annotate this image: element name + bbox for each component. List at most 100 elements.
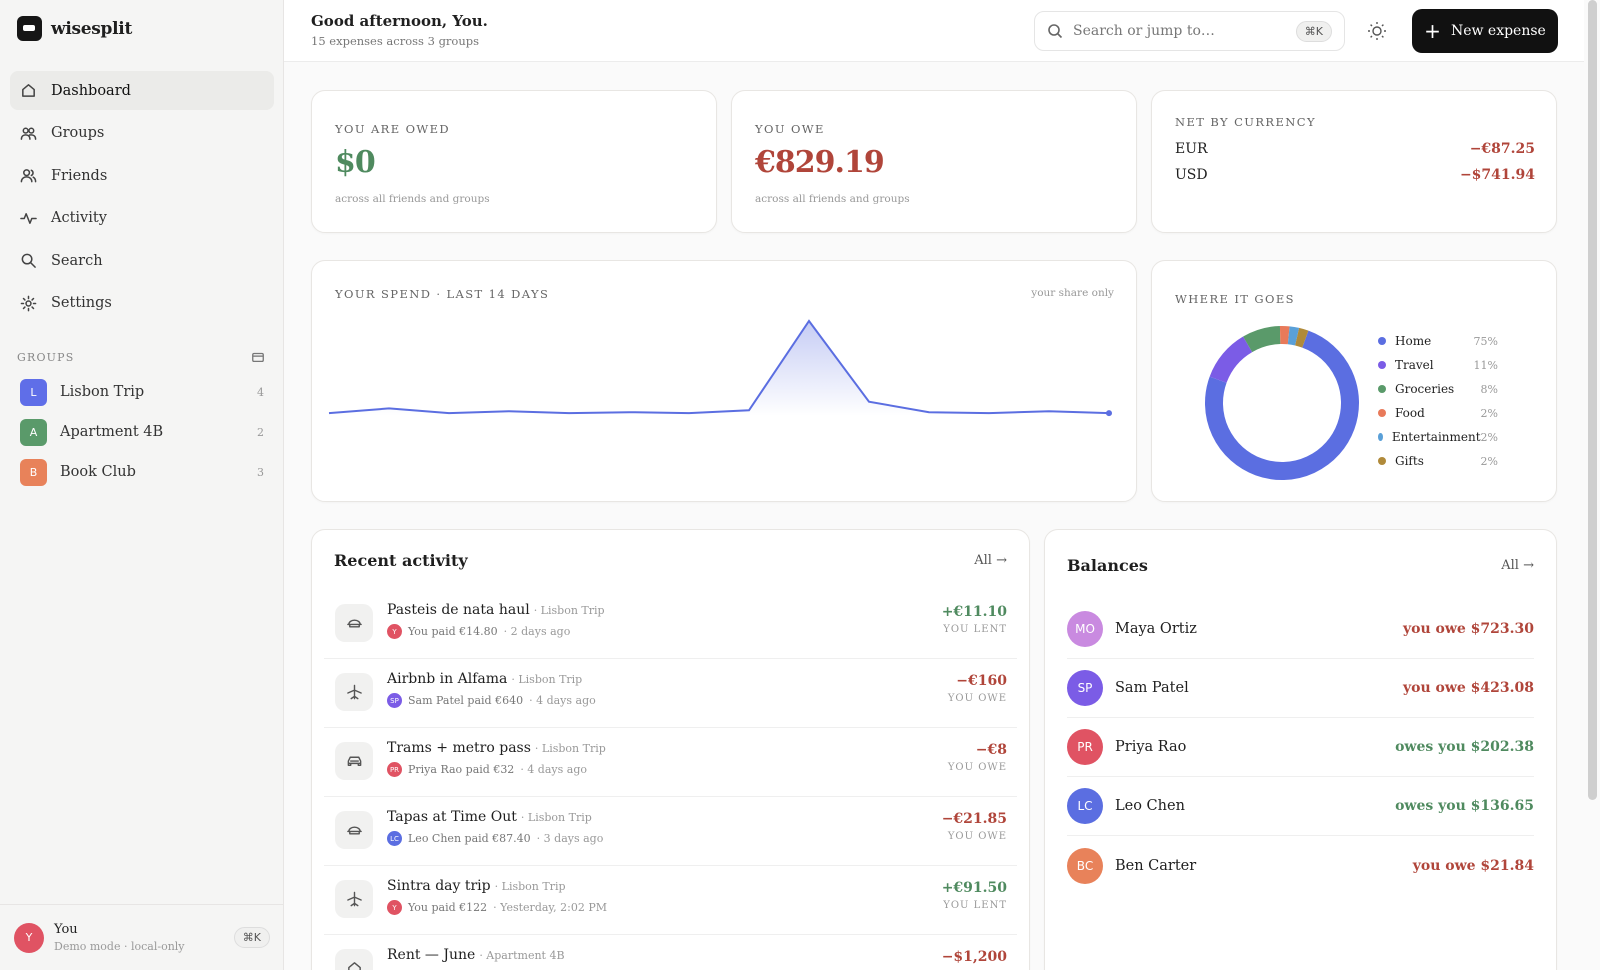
sidebar-item-search[interactable]: Search — [10, 241, 274, 280]
sidebar-item-label: Search — [51, 252, 103, 269]
balance-row[interactable]: LC Leo Chen owes you $136.65 — [1067, 777, 1534, 836]
sun-icon — [1368, 22, 1386, 40]
owed-note: across all friends and groups — [335, 193, 490, 205]
brand[interactable]: wisesplit — [17, 16, 132, 41]
you-owe-card: YOU OWE €829.19 across all friends and g… — [731, 90, 1137, 233]
balance-amount: owes you $136.65 — [1395, 798, 1534, 814]
avatar: MO — [1067, 611, 1103, 647]
activity-all-link[interactable]: All → — [974, 553, 1007, 568]
donut-slice-gifts — [1294, 327, 1309, 348]
search-icon — [21, 253, 36, 268]
paid-by: Leo Chen paid €87.40 — [408, 832, 531, 845]
home-icon — [22, 84, 35, 97]
owe-note: across all friends and groups — [755, 193, 910, 205]
spend-label: YOUR SPEND · LAST 14 DAYS — [335, 287, 550, 301]
balance-row[interactable]: BC Ben Carter you owe $21.84 — [1067, 836, 1534, 895]
expense-time: · 3 days ago — [536, 832, 604, 845]
search-placeholder: Search or jump to… — [1073, 23, 1215, 39]
spend-note: your share only — [1031, 287, 1114, 299]
theme-toggle-button[interactable] — [1366, 20, 1388, 42]
expense-amount: +€11.10 — [941, 604, 1007, 620]
balance-row[interactable]: PR Priya Rao owes you $202.38 — [1067, 718, 1534, 777]
new-expense-button[interactable]: + New expense — [1412, 9, 1558, 53]
paid-by: You paid €14.80 — [408, 625, 498, 638]
group-badge: L — [20, 378, 47, 406]
legend-item: Gifts 2% — [1378, 449, 1498, 473]
balance-amount: you owe $723.30 — [1402, 621, 1534, 637]
sidebar-item-groups[interactable]: Groups — [10, 114, 274, 153]
group-badge: B — [20, 458, 47, 486]
legend-swatch — [1378, 385, 1386, 393]
owed-label: YOU ARE OWED — [335, 122, 451, 136]
balances-header: Balances All → — [1045, 530, 1556, 600]
legend-item: Groceries 8% — [1378, 377, 1498, 401]
sidebar-item-label: Settings — [51, 295, 112, 311]
sidebar-item-activity[interactable]: Activity — [10, 199, 274, 238]
expense-category — [335, 673, 373, 711]
sidebar-item-settings[interactable]: Settings — [10, 284, 274, 323]
sidebar-group-item[interactable]: L Lisbon Trip 4 — [10, 372, 274, 412]
spend-chart-card: YOUR SPEND · LAST 14 DAYS your share onl… — [311, 260, 1137, 502]
new-group-icon[interactable] — [251, 350, 265, 364]
expense-direction: YOU OWE — [947, 831, 1007, 842]
sidebar-item-dashboard[interactable]: Dashboard — [10, 71, 274, 110]
sidebar-item-label: Dashboard — [51, 82, 131, 99]
sidebar-group-item[interactable]: B Book Club 3 — [10, 452, 274, 492]
balance-row[interactable]: MO Maya Ortiz you owe $723.30 — [1067, 600, 1534, 659]
sidebar-group-item[interactable]: A Apartment 4B 2 — [10, 412, 274, 452]
avatar: PR — [1067, 729, 1103, 765]
home-icon — [347, 961, 361, 970]
avatar: SP — [1067, 670, 1103, 706]
activity-row[interactable]: Pasteis de nata haul · Lisbon Trip Y You … — [324, 590, 1017, 659]
activity-row[interactable]: Airbnb in Alfama · Lisbon Trip SP Sam Pat… — [324, 659, 1017, 728]
avatar: BC — [1067, 847, 1103, 884]
payer-avatar: Y — [387, 624, 402, 639]
group-count: 2 — [257, 425, 264, 439]
legend-label: Entertainment — [1391, 430, 1481, 444]
expense-title: Airbnb in Alfama — [387, 671, 508, 687]
search-input[interactable]: Search or jump to… ⌘K — [1034, 11, 1345, 51]
balance-amount: you owe $21.84 — [1412, 857, 1534, 874]
donut-legend: Home 75% Travel 11% Groceries 8% Food 2%… — [1378, 329, 1498, 473]
activity-row[interactable]: Sintra day trip · Lisbon Trip Y You paid … — [324, 866, 1017, 935]
sidebar-nav: Dashboard Groups Friends Activity Search… — [10, 71, 274, 326]
page-subtitle: 15 expenses across 3 groups — [311, 34, 480, 48]
activity-row[interactable]: Tapas at Time Out · Lisbon Trip LC Leo Ch… — [324, 797, 1017, 866]
expense-amount: −$1,200 — [941, 949, 1007, 965]
expense-group: · Lisbon Trip — [534, 742, 606, 755]
currency-net: −$741.94 — [1459, 167, 1535, 183]
legend-percent: 75% — [1473, 334, 1498, 348]
group-list: L Lisbon Trip 4 A Apartment 4B 2 B Book … — [10, 372, 274, 492]
paid-by: You paid €122 — [408, 901, 488, 914]
spend-point — [1106, 410, 1112, 417]
scrollbar[interactable] — [1584, 0, 1600, 970]
where-it-goes-card: WHERE IT GOES Home 75% Travel 11% Grocer… — [1151, 260, 1557, 502]
scrollbar-thumb[interactable] — [1588, 0, 1597, 800]
legend-item: Travel 11% — [1378, 353, 1498, 377]
expense-amount: −€8 — [975, 742, 1007, 758]
balance-row[interactable]: SP Sam Patel you owe $423.08 — [1067, 659, 1534, 718]
top-bar: Good afternoon, You. 15 expenses across … — [284, 0, 1584, 62]
balances-title: Balances — [1067, 555, 1148, 575]
expense-direction: YOU OWE — [947, 762, 1007, 773]
command-shortcut[interactable]: ⌘K — [233, 927, 270, 948]
paid-by: Sam Patel paid €640 — [408, 694, 524, 707]
balance-amount: you owe $423.08 — [1402, 680, 1534, 696]
expense-direction: YOU LENT — [943, 624, 1007, 635]
app: wisesplit Dashboard Groups Friends Activ… — [0, 0, 1600, 970]
activity-row[interactable]: Trams + metro pass · Lisbon Trip PR Priya… — [324, 728, 1017, 797]
balances-all-link[interactable]: All → — [1501, 558, 1534, 573]
activity-row[interactable]: Rent — June · Apartment 4B −$1,200 — [324, 935, 1017, 970]
sidebar-item-friends[interactable]: Friends — [10, 156, 274, 195]
user-subtitle: Demo mode · local-only — [54, 940, 185, 953]
gear-icon — [20, 295, 37, 311]
user-footer[interactable]: Y You Demo mode · local-only ⌘K — [0, 904, 284, 970]
currency-code: USD — [1175, 167, 1208, 183]
expense-amount: −€21.85 — [941, 811, 1007, 827]
friend-name: Leo Chen — [1115, 798, 1185, 814]
legend-item: Food 2% — [1378, 401, 1498, 425]
expense-group: · Lisbon Trip — [511, 673, 583, 686]
legend-label: Groceries — [1395, 382, 1455, 396]
groups-icon — [20, 127, 37, 140]
activity-header: Recent activity All → — [312, 530, 1029, 590]
